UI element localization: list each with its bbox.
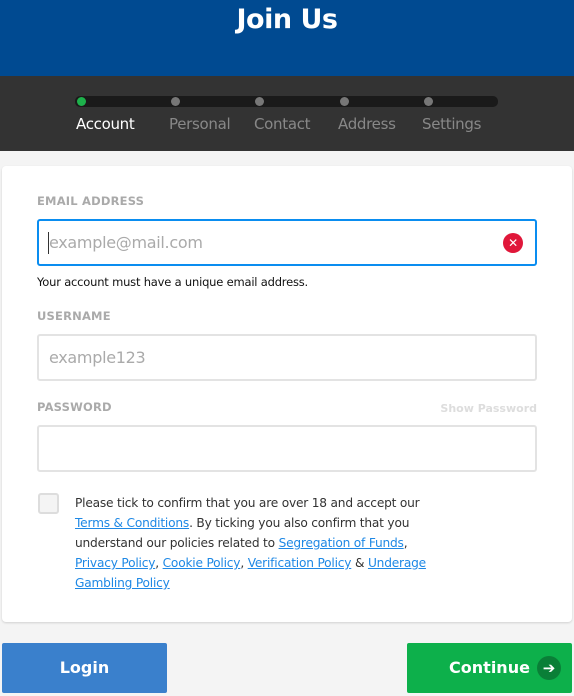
login-label: Login [59,658,110,677]
password-field[interactable] [37,425,537,472]
header: Join Us [0,0,574,76]
page-title: Join Us [236,4,338,35]
sep: , [403,536,408,550]
step-dot-personal [171,97,180,106]
username-placeholder: example123 [49,348,146,367]
step-dot-account [77,97,86,106]
sep: , [240,556,248,570]
terms-checkbox[interactable] [38,493,59,514]
arrow-right-icon: ➔ [537,656,561,680]
email-field[interactable]: example@mail.com ✕ [37,219,537,266]
login-button[interactable]: Login [2,643,167,693]
email-hint: Your account must have a unique email ad… [37,275,308,289]
privacy-link[interactable]: Privacy Policy [75,556,155,570]
verification-link[interactable]: Verification Policy [248,556,352,570]
text-caret [48,232,49,254]
error-x-icon[interactable]: ✕ [503,233,523,253]
terms-link[interactable]: Terms & Conditions [75,516,189,530]
terms-text: Please tick to confirm that you are over… [75,493,445,593]
step-settings[interactable]: Settings [422,115,481,133]
continue-label: Continue [449,658,530,677]
cookie-link[interactable]: Cookie Policy [163,556,241,570]
step-contact[interactable]: Contact [254,115,311,133]
show-password-toggle[interactable]: Show Password [440,402,537,415]
step-dot-contact [255,97,264,106]
segregation-link[interactable]: Segregation of Funds [279,536,404,550]
signup-form: EMAIL ADDRESS example@mail.com ✕ Your ac… [2,166,572,622]
username-label: USERNAME [37,309,111,323]
password-label: PASSWORD [37,400,112,414]
step-personal[interactable]: Personal [169,115,231,133]
step-account[interactable]: Account [76,115,135,133]
step-dot-address [340,97,349,106]
continue-button[interactable]: Continue ➔ [407,643,572,693]
terms-text-1: Please tick to confirm that you are over… [75,496,420,510]
sep: , [155,556,163,570]
step-dot-settings [424,97,433,106]
email-placeholder: example@mail.com [49,233,203,252]
progress-track [75,96,498,107]
email-label: EMAIL ADDRESS [37,194,145,208]
progress-steps: Account Personal Contact Address Setting… [0,76,574,151]
sep: & [351,556,368,570]
username-field[interactable]: example123 [37,334,537,381]
step-address[interactable]: Address [338,115,396,133]
